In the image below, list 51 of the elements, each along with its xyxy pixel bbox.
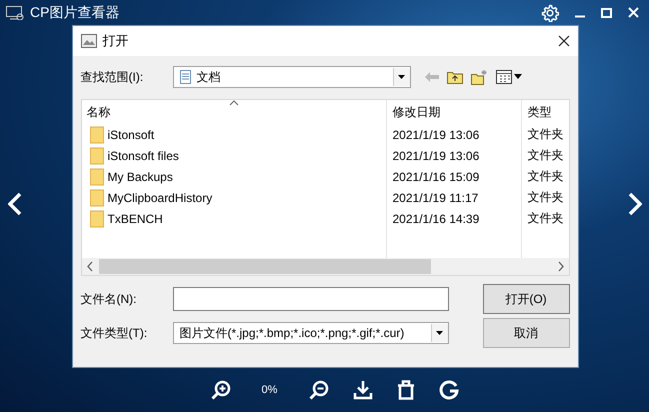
column-header[interactable]: 修改日期 <box>386 100 520 124</box>
maximize-icon[interactable] <box>601 8 612 18</box>
file-name-field[interactable] <box>172 287 448 311</box>
modified-date: 2021/1/19 13:06 <box>392 128 480 142</box>
look-in-label: 查找范围(I): <box>80 68 144 86</box>
file-name[interactable]: TxBENCH <box>108 212 163 226</box>
file-type: 文件夹 <box>528 126 564 143</box>
file-type-label: 文件类型(T): <box>80 324 148 342</box>
settings-icon[interactable] <box>541 4 559 22</box>
folder-icon <box>90 126 104 144</box>
download-icon[interactable] <box>352 380 372 400</box>
file-type: 文件夹 <box>528 189 564 206</box>
new-folder-icon[interactable] <box>470 70 488 84</box>
file-name[interactable]: My Backups <box>108 170 173 184</box>
modified-date: 2021/1/16 15:09 <box>392 170 480 184</box>
dialog-title: 打开 <box>102 32 130 50</box>
cancel-button[interactable]: 取消 <box>482 318 570 348</box>
caret-icon <box>436 331 443 335</box>
app-title: CP图片查看器 <box>30 4 120 22</box>
file-name-label: 文件名(N): <box>80 290 138 308</box>
file-type-dropdown[interactable]: 图片文件(*.jpg;*.bmp;*.ico;*.png;*.gif;*.cur) <box>172 322 448 344</box>
document-icon <box>180 70 190 84</box>
file-name[interactable]: iStonsoft files <box>108 148 179 162</box>
modified-date: 2021/1/19 13:06 <box>392 148 480 162</box>
zoom-in-icon[interactable] <box>210 380 230 400</box>
file-name[interactable]: MyClipboardHistory <box>108 190 212 204</box>
modified-date: 2021/1/16 14:39 <box>392 212 480 226</box>
rotate-icon[interactable] <box>438 380 458 400</box>
file-type: 文件夹 <box>528 210 564 227</box>
modified-date: 2021/1/19 11:17 <box>392 190 478 204</box>
caret-icon <box>398 75 405 79</box>
column-header[interactable]: 名称 <box>82 100 386 124</box>
image-icon <box>80 34 96 48</box>
file-type: 文件夹 <box>528 147 564 164</box>
zoom-out-icon[interactable] <box>308 380 328 400</box>
monitor-icon <box>6 6 24 20</box>
trash-icon[interactable] <box>396 380 414 400</box>
folder-icon <box>90 146 104 164</box>
look-in-dropdown[interactable]: 文档 <box>172 66 410 88</box>
zoom-level: 0% <box>260 384 278 396</box>
folder-icon <box>90 168 104 186</box>
close-icon[interactable] <box>558 35 570 47</box>
up-folder-icon[interactable] <box>446 70 462 84</box>
file-type: 文件夹 <box>528 168 564 185</box>
horizontal-scrollbar[interactable] <box>82 258 568 275</box>
column-header[interactable]: 类型 <box>520 100 568 124</box>
file-name[interactable]: iStonsoft <box>108 128 154 142</box>
open-button[interactable]: 打开(O) <box>482 284 570 314</box>
folder-icon <box>90 210 104 228</box>
view-menu-icon[interactable] <box>496 70 522 84</box>
folder-icon <box>90 188 104 206</box>
